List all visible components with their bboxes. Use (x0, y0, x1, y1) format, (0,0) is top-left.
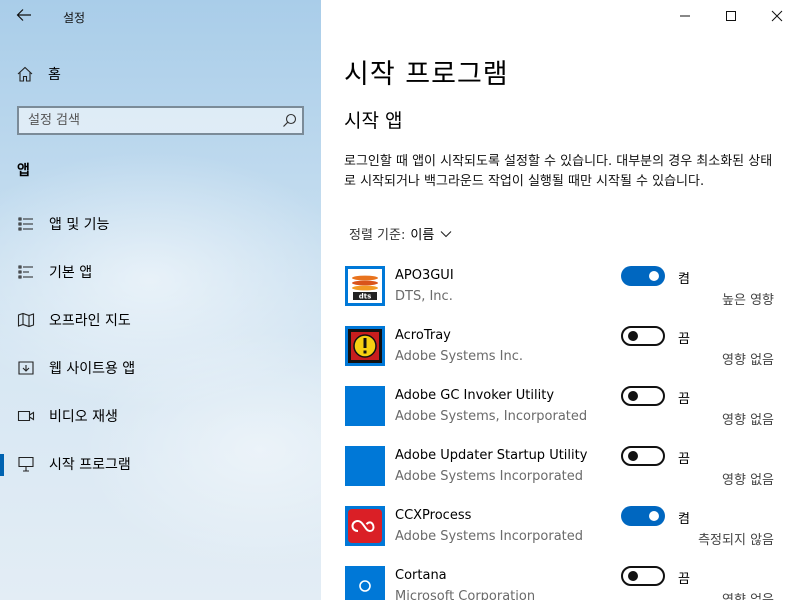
sidebar-item-apps-features[interactable]: 앱 및 기능 (0, 200, 321, 248)
app-publisher: Microsoft Corporation (395, 589, 536, 600)
sidebar-item-startup[interactable]: 시작 프로그램 (0, 440, 321, 488)
app-name: CCXProcess (395, 508, 472, 523)
creative-cloud-icon (345, 506, 385, 546)
startup-impact: 높은 영향 (722, 293, 774, 308)
offline-maps-icon (17, 312, 35, 328)
sidebar-item-label: 기본 앱 (49, 265, 93, 281)
window-title: 설정 (63, 11, 86, 25)
sidebar-item-default-apps[interactable]: 기본 앱 (0, 248, 321, 296)
acrotray-icon (345, 326, 385, 366)
startup-app-list: dts APO3GUI DTS, Inc. 켬 높은 영향 AcroTray A… (345, 265, 785, 600)
maximize-icon (726, 11, 736, 21)
app-publisher: Adobe Systems Incorporated (395, 469, 584, 484)
list-item: CCXProcess Adobe Systems Incorporated 켬 … (345, 505, 785, 565)
app-name: Cortana (395, 568, 447, 583)
startup-toggle[interactable] (621, 326, 665, 346)
toggle-state: 켬 (678, 512, 690, 527)
toggle-knob (628, 391, 638, 401)
startup-toggle[interactable] (621, 266, 665, 286)
app-publisher: Adobe Systems, Incorporated (395, 409, 588, 424)
minimize-icon (680, 15, 690, 17)
sidebar: 설정 홈 앱 앱 및 기능 기본 앱 (0, 0, 321, 600)
home-label: 홈 (48, 67, 61, 83)
app-name: APO3GUI (395, 268, 454, 283)
startup-toggle[interactable] (621, 446, 665, 466)
search-box[interactable] (17, 106, 304, 135)
startup-icon (18, 456, 34, 472)
app-publisher: DTS, Inc. (395, 289, 453, 304)
back-button[interactable] (14, 8, 34, 26)
search-icon[interactable] (281, 112, 298, 129)
toggle-state: 끔 (678, 332, 690, 347)
app-publisher: Adobe Systems Incorporated (395, 529, 584, 544)
toggle-state: 끔 (678, 392, 690, 407)
list-item: Adobe GC Invoker Utility Adobe Systems, … (345, 385, 785, 445)
startup-toggle[interactable] (621, 506, 665, 526)
list-item: Cortana Microsoft Corporation 끔 영향 없음 (345, 565, 785, 600)
toggle-knob (628, 331, 638, 341)
maximize-button[interactable] (708, 0, 754, 32)
sidebar-nav: 앱 및 기능 기본 앱 오프라인 지도 웹 사이트용 앱 비디오 재생 시작 프… (0, 200, 321, 488)
startup-impact: 영향 없음 (722, 413, 774, 428)
page-title: 시작 프로그램 (344, 59, 509, 90)
sidebar-item-label: 오프라인 지도 (49, 313, 131, 329)
sort-value: 이름 (410, 228, 435, 243)
toggle-knob (649, 511, 659, 521)
cortana-icon (345, 566, 385, 600)
sidebar-item-home[interactable]: 홈 (16, 62, 61, 86)
app-publisher: Adobe Systems Inc. (395, 349, 523, 364)
toggle-knob (649, 271, 659, 281)
apps-for-websites-icon (18, 361, 34, 375)
close-icon (771, 10, 783, 22)
sidebar-item-label: 시작 프로그램 (49, 457, 131, 473)
toggle-knob (628, 451, 638, 461)
home-icon (17, 66, 33, 82)
toggle-state: 끔 (678, 572, 690, 587)
list-item: dts APO3GUI DTS, Inc. 켬 높은 영향 (345, 265, 785, 325)
startup-impact: 영향 없음 (722, 353, 774, 368)
startup-impact: 측정되지 않음 (698, 533, 774, 548)
sidebar-item-offline-maps[interactable]: 오프라인 지도 (0, 296, 321, 344)
minimize-button[interactable] (662, 0, 708, 32)
sidebar-item-label: 앱 및 기능 (49, 217, 110, 233)
search-input[interactable] (19, 108, 269, 133)
apps-features-icon (18, 217, 33, 231)
list-item: AcroTray Adobe Systems Inc. 끔 영향 없음 (345, 325, 785, 385)
section-heading: 앱 (17, 163, 30, 179)
video-playback-icon (17, 410, 35, 422)
startup-toggle[interactable] (621, 566, 665, 586)
section-subtitle: 시작 앱 (344, 110, 403, 132)
chevron-down-icon (440, 230, 452, 237)
blank-app-icon (345, 386, 385, 426)
description-text: 로그인할 때 앱이 시작되도록 설정할 수 있습니다. 대부분의 경우 최소화된… (344, 154, 773, 189)
app-name: Adobe Updater Startup Utility (395, 448, 588, 463)
main-pane: 시작 프로그램 시작 앱 로그인할 때 앱이 시작되도록 설정할 수 있습니다.… (321, 0, 800, 600)
startup-impact: 영향 없음 (722, 589, 774, 600)
toggle-state: 켬 (678, 272, 690, 287)
sidebar-item-apps-for-websites[interactable]: 웹 사이트용 앱 (0, 344, 321, 392)
window-controls (662, 0, 800, 32)
toggle-knob (628, 571, 638, 581)
sidebar-item-label: 비디오 재생 (49, 409, 118, 425)
toggle-state: 끔 (678, 452, 690, 467)
startup-toggle[interactable] (621, 386, 665, 406)
sort-label: 정렬 기준: (349, 228, 406, 243)
app-name: AcroTray (395, 328, 451, 343)
sidebar-item-video-playback[interactable]: 비디오 재생 (0, 392, 321, 440)
startup-impact: 영향 없음 (722, 473, 774, 488)
arrow-left-icon (16, 9, 31, 21)
default-apps-icon (18, 265, 33, 279)
svg-text:dts: dts (359, 293, 372, 301)
list-item: Adobe Updater Startup Utility Adobe Syst… (345, 445, 785, 505)
title-bar-left: 설정 (0, 0, 321, 34)
sort-dropdown[interactable]: 정렬 기준: 이름 (349, 224, 452, 243)
sidebar-item-label: 웹 사이트용 앱 (49, 361, 136, 377)
blank-app-icon (345, 446, 385, 486)
dts-icon: dts (345, 266, 385, 306)
app-name: Adobe GC Invoker Utility (395, 388, 555, 403)
close-button[interactable] (754, 0, 800, 32)
